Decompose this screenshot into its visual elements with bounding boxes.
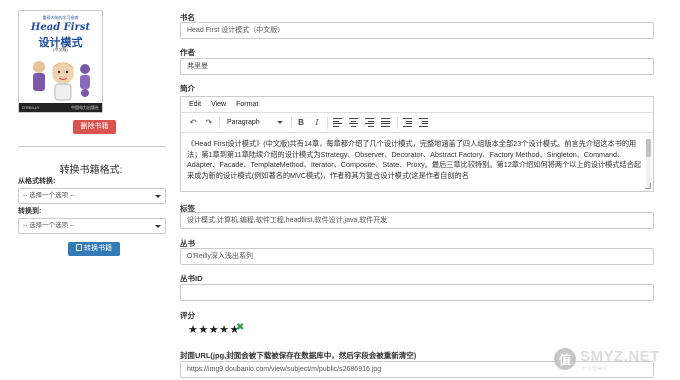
redo-icon[interactable]: ↷ <box>203 116 215 130</box>
cover-top-text: 重磅大脑的学习指南 <box>42 15 79 20</box>
watermark-text: SMYZ.NET <box>580 348 660 365</box>
chevron-down-icon <box>155 225 161 228</box>
align-right-icon[interactable] <box>365 118 374 127</box>
left-divider <box>18 146 166 147</box>
convert-to-label: 转换到: <box>18 208 42 215</box>
menu-format[interactable]: Format <box>236 97 258 113</box>
outdent-icon[interactable] <box>403 118 412 127</box>
cover-url-label: 封面URL(jpg,封面会被下载被保存在数据库中，然后字段会被重新清空) <box>180 351 417 360</box>
series-id-label: 丛书ID <box>180 274 203 283</box>
editor-scrollbar[interactable] <box>646 139 651 189</box>
editor-scrollbar-thumb[interactable] <box>646 139 651 157</box>
convert-book-button[interactable]: 转换书籍 <box>68 242 120 256</box>
editor-menubar: Edit View Format <box>181 97 653 113</box>
watermark-badge-icon: 值 <box>554 348 576 370</box>
cover-title-en: Head First <box>30 22 91 33</box>
toolbar-separator <box>327 117 328 129</box>
convert-format-heading: 转换书籍格式: <box>59 165 123 176</box>
bold-icon[interactable]: B <box>295 116 307 130</box>
left-panel: 重磅大脑的学习指南 Head First 设计模式 (中文版) O'REILLY… <box>16 6 166 376</box>
book-icon <box>76 244 82 251</box>
delete-book-button[interactable]: 删除书籍 <box>73 120 116 134</box>
menu-edit[interactable]: Edit <box>189 97 201 113</box>
undo-icon[interactable]: ↶ <box>187 116 199 130</box>
toolbar-separator <box>397 117 398 129</box>
rating-label: 评分 <box>180 311 195 320</box>
clear-rating-icon[interactable]: ✖ <box>236 322 244 333</box>
description-label: 简介 <box>180 84 195 93</box>
chevron-down-icon <box>155 195 161 198</box>
align-justify-icon[interactable] <box>381 118 390 127</box>
cover-bottom-bar: O'REILLY 中国电力出版社 <box>19 103 102 112</box>
paragraph-format-value: Paragraph <box>227 119 260 126</box>
description-content[interactable]: 《Head First设计模式》(中文版)共有14章，每章都介绍了几个设计模式，… <box>187 139 643 187</box>
toolbar-separator <box>219 117 220 129</box>
align-center-icon[interactable] <box>349 118 358 127</box>
convert-to-value: -- 选择一个选项 -- <box>23 222 75 229</box>
resize-handle-icon[interactable] <box>645 183 651 189</box>
convert-from-select[interactable]: -- 选择一个选项 -- <box>18 188 166 204</box>
cover-illustration <box>33 61 90 101</box>
site-watermark: 值 SMYZ.NET 什么值得买 <box>554 346 672 372</box>
tags-input[interactable]: 设计模式,计算机,编程,软件工程,headfirst,软件设计,java,软件开… <box>180 212 654 229</box>
watermark-subtext: 什么值得买 <box>582 366 608 372</box>
author-input[interactable]: 弗里曼 <box>180 58 654 75</box>
paragraph-format-select[interactable]: Paragraph <box>223 116 287 130</box>
menu-view[interactable]: View <box>211 97 226 113</box>
toolbar-separator <box>291 117 292 129</box>
author-label: 作者 <box>180 48 195 57</box>
book-cover-image: 重磅大脑的学习指南 Head First 设计模式 (中文版) O'REILLY… <box>18 10 103 113</box>
chevron-down-icon <box>277 121 283 124</box>
convert-from-value: -- 选择一个选项 -- <box>23 192 75 199</box>
title-input[interactable]: Head First 设计模式（中文版） <box>180 22 654 39</box>
convert-button-label: 转换书籍 <box>84 245 112 252</box>
convert-to-select[interactable]: -- 选择一个选项 -- <box>18 218 166 234</box>
italic-icon[interactable]: I <box>311 116 323 130</box>
editor-toolbar: ↶ ↷ Paragraph B I <box>181 113 653 133</box>
align-left-icon[interactable] <box>333 118 342 127</box>
rating-stars[interactable]: ★★★★★ <box>188 323 240 336</box>
watermark-badge-text: 值 <box>559 353 572 367</box>
convert-from-label: 从格式转换: <box>18 178 56 185</box>
series-input[interactable]: O'Reilly深入浅出系列 <box>180 248 654 265</box>
description-editor: Edit View Format ↶ ↷ Paragraph B I 《Head F… <box>180 96 654 192</box>
cover-press: 中国电力出版社 <box>71 105 99 110</box>
series-id-input[interactable] <box>180 284 654 301</box>
indent-icon[interactable] <box>419 118 428 127</box>
